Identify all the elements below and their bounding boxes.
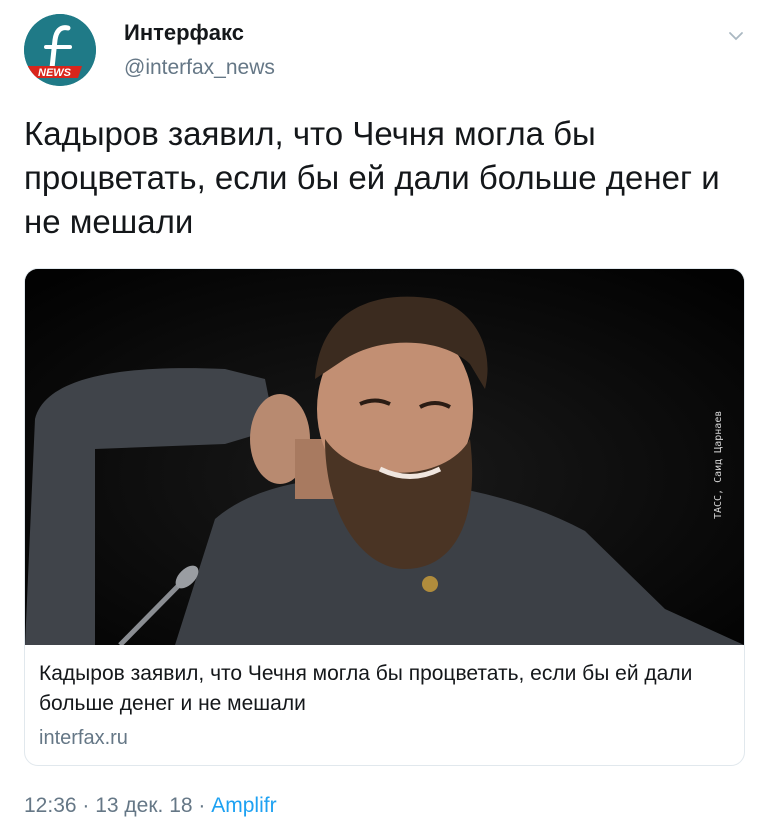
tweet-time: 12:36 [24, 794, 77, 817]
source-link[interactable]: Amplifr [211, 794, 276, 817]
photo-credit: ТАСС, Саид Царнаев [713, 410, 724, 519]
card-title: Кадыров заявил, что Чечня могла бы процв… [39, 662, 693, 715]
tweet-date: 13 дек. 18 [95, 794, 193, 817]
avatar[interactable]: NEWS [24, 14, 96, 86]
card-domain: interfax.ru [39, 727, 128, 749]
display-name[interactable]: Интерфакс [124, 20, 244, 46]
link-card[interactable]: ТАСС, Саид Царнаев Кадыров заявил, что Ч… [24, 268, 745, 766]
meta-separator: · [76, 794, 96, 817]
card-image: ТАСС, Саид Царнаев [25, 269, 744, 645]
chevron-down-icon[interactable] [726, 26, 746, 46]
tweet-text: Кадыров заявил, что Чечня могла бы процв… [24, 115, 720, 240]
meta-separator: · [192, 794, 212, 817]
user-handle[interactable]: @interfax_news [124, 56, 275, 80]
interfax-logo-icon: NEWS [24, 14, 96, 86]
avatar-badge: NEWS [38, 67, 72, 79]
tweet-meta: 12:36 · 13 дек. 18 · Amplifr [24, 794, 277, 818]
